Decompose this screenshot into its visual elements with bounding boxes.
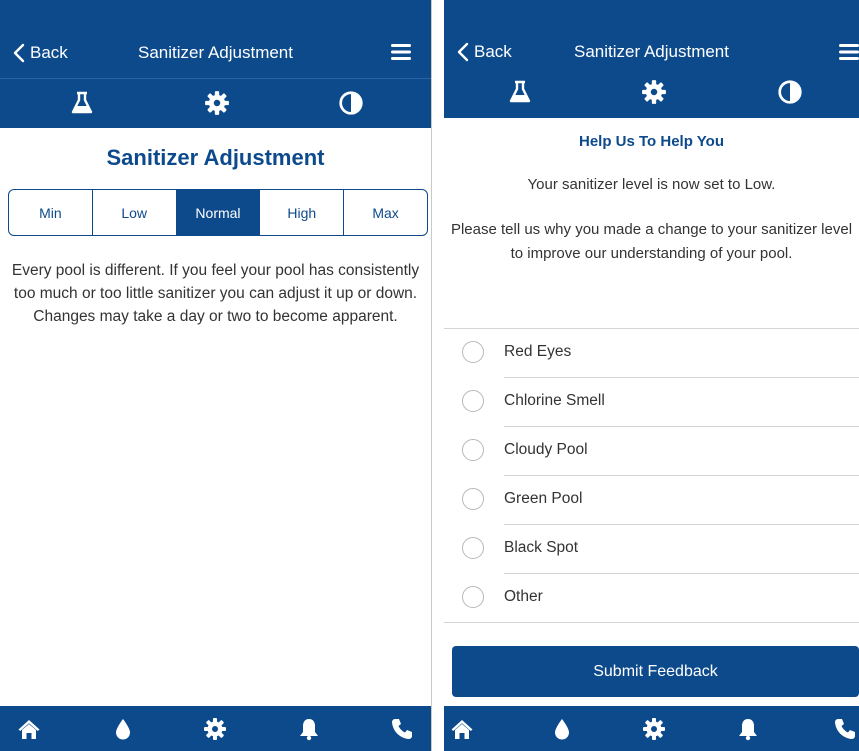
- phone-icon[interactable]: [390, 717, 414, 741]
- back-button[interactable]: Back: [12, 28, 68, 78]
- home-icon[interactable]: [17, 717, 41, 741]
- gear-icon[interactable]: [203, 717, 227, 741]
- option-label: Cloudy Pool: [504, 441, 588, 458]
- gear-icon[interactable]: [204, 90, 230, 116]
- sanitizer-level-selector: Min Low Normal High Max: [8, 189, 428, 236]
- option-label: Black Spot: [504, 539, 579, 556]
- option-red-eyes[interactable]: Red Eyes: [444, 329, 859, 378]
- water-drop-icon[interactable]: [550, 717, 574, 741]
- header: Sanitizer Adjustment Back: [444, 0, 859, 118]
- page-title: Sanitizer Adjustment: [106, 145, 325, 170]
- help-title: Help Us To Help You: [578, 133, 724, 150]
- option-green-pool[interactable]: Green Pool: [444, 476, 859, 525]
- radio-button[interactable]: [462, 488, 484, 510]
- flask-icon[interactable]: [69, 90, 95, 116]
- bottom-tab-bar: [0, 706, 431, 751]
- option-label: Other: [504, 588, 543, 605]
- home-icon[interactable]: [450, 717, 474, 741]
- back-button[interactable]: Back: [456, 28, 512, 76]
- navbar: Sanitizer Adjustment Back: [0, 28, 431, 79]
- radio-button[interactable]: [462, 439, 484, 461]
- option-label: Green Pool: [504, 490, 583, 507]
- phone-icon[interactable]: [833, 717, 857, 741]
- option-other[interactable]: Other: [444, 574, 859, 623]
- status-text: Your sanitizer level is now set to Low.: [527, 176, 776, 193]
- sub-tab-bar: [0, 80, 431, 126]
- radio-button[interactable]: [462, 537, 484, 559]
- radio-button[interactable]: [462, 586, 484, 608]
- level-min-button[interactable]: Min: [9, 190, 93, 235]
- flask-icon[interactable]: [507, 79, 533, 105]
- back-label: Back: [30, 43, 68, 62]
- reason-options-list: Red Eyes Chlorine Smell Cloudy Pool Gree…: [444, 328, 859, 623]
- sub-tab-bar: [444, 72, 859, 116]
- level-normal-button[interactable]: Normal: [176, 190, 261, 235]
- feedback-screen: Sanitizer Adjustment Back Help Us To Hel…: [444, 0, 859, 751]
- bell-icon[interactable]: [297, 717, 321, 741]
- option-cloudy-pool[interactable]: Cloudy Pool: [444, 427, 859, 476]
- level-high-button[interactable]: High: [260, 190, 345, 235]
- option-black-spot[interactable]: Black Spot: [444, 525, 859, 574]
- hamburger-menu-icon[interactable]: [391, 43, 411, 61]
- bottom-tab-bar: [444, 706, 859, 751]
- gear-icon[interactable]: [642, 717, 666, 741]
- option-label: Red Eyes: [504, 343, 572, 360]
- level-low-button[interactable]: Low: [93, 190, 177, 235]
- contrast-icon[interactable]: [338, 90, 364, 116]
- chevron-left-icon: [13, 43, 25, 63]
- navbar: Sanitizer Adjustment Back: [444, 28, 859, 76]
- divider: [444, 622, 859, 623]
- sanitizer-adjustment-screen: Sanitizer Adjustment Back Sanitizer Adju…: [0, 0, 432, 751]
- water-drop-icon[interactable]: [111, 717, 135, 741]
- radio-button[interactable]: [462, 341, 484, 363]
- submit-feedback-button[interactable]: Submit Feedback: [452, 646, 859, 697]
- option-chlorine-smell[interactable]: Chlorine Smell: [444, 378, 859, 427]
- option-label: Chlorine Smell: [504, 392, 605, 409]
- radio-button[interactable]: [462, 390, 484, 412]
- description-text: Every pool is different. If you feel you…: [11, 262, 420, 325]
- back-label: Back: [474, 42, 512, 61]
- header: Sanitizer Adjustment Back: [0, 0, 431, 128]
- bell-icon[interactable]: [736, 717, 760, 741]
- hamburger-menu-icon[interactable]: [839, 43, 859, 61]
- gear-icon[interactable]: [641, 79, 667, 105]
- prompt-text: Please tell us why you made a change to …: [450, 221, 853, 262]
- contrast-icon[interactable]: [777, 79, 803, 105]
- level-max-button[interactable]: Max: [344, 190, 427, 235]
- chevron-left-icon: [457, 42, 469, 62]
